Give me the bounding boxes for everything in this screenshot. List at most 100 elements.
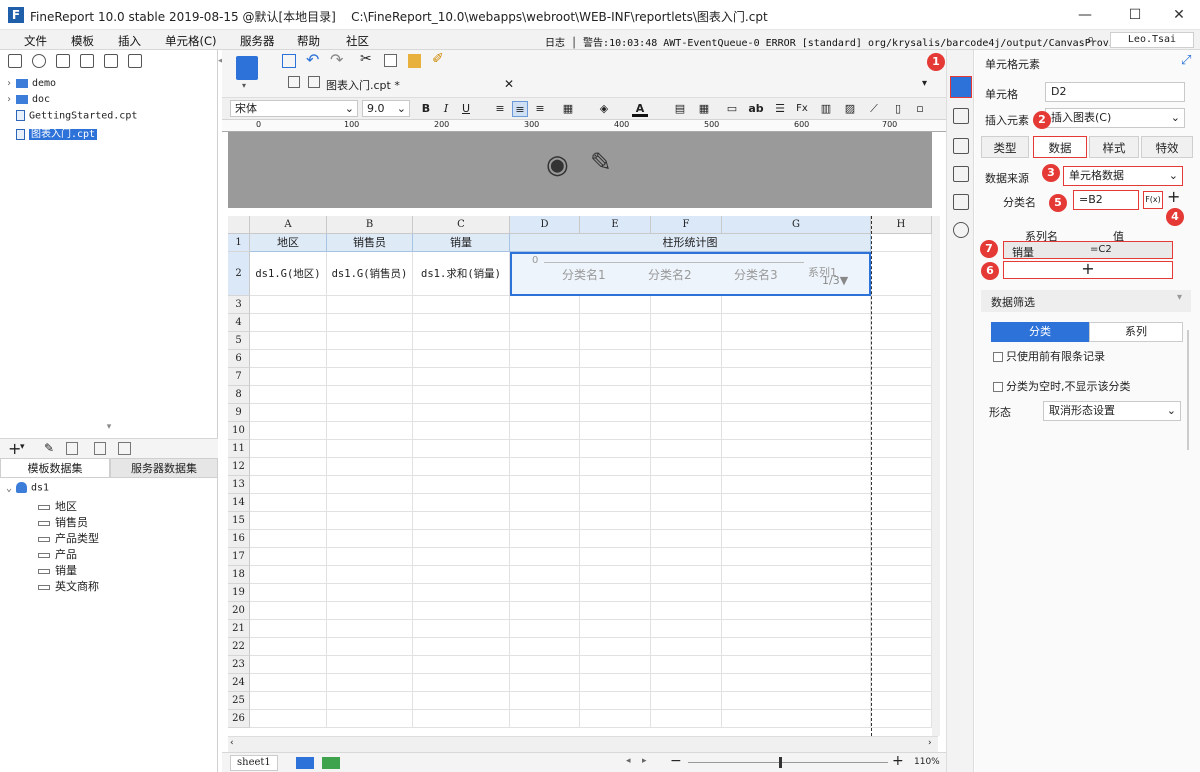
row-header[interactable]: 20 <box>228 602 250 620</box>
table-cell[interactable] <box>580 458 651 476</box>
hide-icon[interactable]: ◉ <box>546 150 569 180</box>
table-cell[interactable] <box>580 710 651 728</box>
table-cell[interactable] <box>510 638 580 656</box>
text-icon[interactable]: ▭ <box>724 101 740 117</box>
table-cell[interactable] <box>250 476 327 494</box>
table-cell[interactable] <box>327 620 413 638</box>
table-cell[interactable] <box>580 422 651 440</box>
header-cell[interactable]: 销售员 <box>327 234 413 252</box>
next-sheet-icon[interactable]: ▸ <box>642 756 647 766</box>
table-cell[interactable] <box>413 602 510 620</box>
field-item[interactable]: 产品类型 <box>38 530 99 546</box>
table-cell[interactable] <box>413 656 510 674</box>
table-cell[interactable] <box>327 656 413 674</box>
table-cell[interactable] <box>327 512 413 530</box>
table-cell[interactable] <box>580 566 651 584</box>
tab-template-dataset[interactable]: 模板数据集 <box>0 458 110 478</box>
table-cell[interactable] <box>413 566 510 584</box>
table-cell[interactable] <box>871 422 932 440</box>
table-cell[interactable] <box>510 458 580 476</box>
tree-item-gettingstarted[interactable]: GettingStarted.cpt <box>6 110 137 122</box>
column-header-h[interactable]: H <box>871 216 932 234</box>
table-cell[interactable] <box>871 476 932 494</box>
table-cell[interactable] <box>510 512 580 530</box>
table-cell[interactable] <box>580 530 651 548</box>
edit-icon[interactable]: ✎ <box>590 148 612 178</box>
table-cell[interactable] <box>651 584 722 602</box>
table-cell[interactable] <box>651 422 722 440</box>
redo-icon[interactable]: ↷ <box>330 50 343 69</box>
cell-attribute-icon[interactable] <box>953 108 969 124</box>
row-header[interactable]: 25 <box>228 692 250 710</box>
table-cell[interactable] <box>250 458 327 476</box>
table-cell[interactable] <box>327 296 413 314</box>
table-cell[interactable] <box>250 566 327 584</box>
table-cell[interactable] <box>651 530 722 548</box>
table-cell[interactable] <box>722 512 871 530</box>
fill-color-icon[interactable]: ◈ <box>596 101 612 117</box>
table-cell[interactable] <box>580 404 651 422</box>
table-cell[interactable] <box>250 656 327 674</box>
text-ab-icon[interactable]: ab <box>748 101 764 117</box>
table-cell[interactable] <box>871 710 932 728</box>
more-elements-icon[interactable]: ▫ <box>912 101 928 117</box>
table-cell[interactable] <box>580 692 651 710</box>
table-cell[interactable] <box>871 296 932 314</box>
table-cell[interactable] <box>722 476 871 494</box>
table-cell[interactable] <box>413 494 510 512</box>
table-cell[interactable] <box>327 404 413 422</box>
add-category-button[interactable]: + <box>1167 187 1180 206</box>
table-cell[interactable] <box>871 350 932 368</box>
formula-button[interactable]: F(x) <box>1143 191 1163 209</box>
table-cell[interactable] <box>651 350 722 368</box>
table-cell[interactable] <box>871 252 932 296</box>
formula-icon[interactable]: Fx <box>794 101 810 117</box>
chevron-down-icon[interactable]: ▾ <box>242 81 246 90</box>
table-cell[interactable] <box>722 710 871 728</box>
table-cell[interactable] <box>327 458 413 476</box>
formula-cell[interactable]: ds1.G(销售员) <box>327 252 413 296</box>
field-item[interactable]: 产品 <box>38 546 77 562</box>
table-cell[interactable] <box>651 476 722 494</box>
prev-sheet-icon[interactable]: ◂ <box>626 756 631 766</box>
refresh-icon[interactable] <box>32 54 46 68</box>
table-cell[interactable] <box>413 692 510 710</box>
tab-style[interactable]: 样式 <box>1089 136 1139 158</box>
delete-icon[interactable] <box>66 442 78 455</box>
tree-item-doc[interactable]: › doc <box>6 94 50 105</box>
table-cell[interactable] <box>580 656 651 674</box>
table-cell[interactable] <box>510 674 580 692</box>
float-element-icon[interactable] <box>953 138 969 154</box>
table-cell[interactable] <box>327 476 413 494</box>
align-left-icon[interactable]: ≡ <box>492 101 508 117</box>
table-cell[interactable] <box>413 638 510 656</box>
table-cell[interactable] <box>327 494 413 512</box>
table-cell[interactable] <box>510 368 580 386</box>
table-cell[interactable] <box>722 494 871 512</box>
tree-item-demo[interactable]: › demo <box>6 78 56 89</box>
table-cell[interactable] <box>722 548 871 566</box>
preview-icon[interactable] <box>94 442 106 455</box>
table-cell[interactable] <box>722 458 871 476</box>
row-header[interactable]: 12 <box>228 458 250 476</box>
column-header-c[interactable]: C <box>413 216 510 234</box>
table-cell[interactable] <box>651 656 722 674</box>
table-cell[interactable] <box>871 674 932 692</box>
minimize-button[interactable]: — <box>1062 0 1108 30</box>
row-header[interactable]: 13 <box>228 476 250 494</box>
row-header[interactable]: 23 <box>228 656 250 674</box>
italic-button[interactable]: I <box>438 101 454 117</box>
row-header[interactable]: 15 <box>228 512 250 530</box>
table-cell[interactable] <box>510 422 580 440</box>
lock-icon[interactable] <box>128 54 142 68</box>
table-cell[interactable] <box>580 620 651 638</box>
insert-element-select[interactable]: 插入图表(C) ⌄ <box>1045 108 1185 128</box>
table-cell[interactable] <box>510 440 580 458</box>
zoom-thumb[interactable] <box>779 757 782 768</box>
zoom-in-icon[interactable]: + <box>892 753 904 769</box>
option-limit-records[interactable]: 只使用前有限条记录 <box>993 348 1105 364</box>
hyperlink-icon[interactable] <box>953 222 969 238</box>
table-cell[interactable] <box>327 386 413 404</box>
table-cell[interactable] <box>722 620 871 638</box>
table-cell[interactable] <box>871 620 932 638</box>
